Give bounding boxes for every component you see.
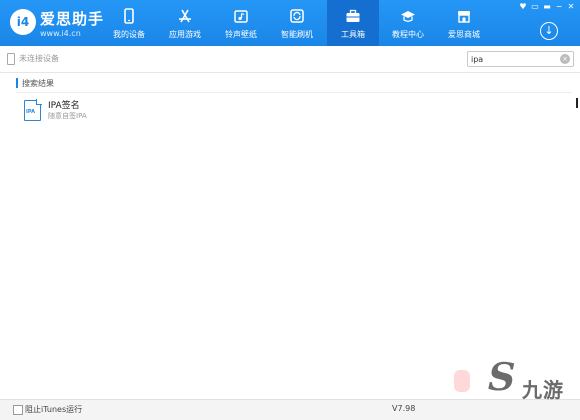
device-icon (7, 53, 15, 65)
result-item-ipa-sign[interactable]: IPA IPA签名 随意自签IPA (20, 98, 170, 126)
graduation-cap-icon (401, 11, 415, 22)
device-status: 未连接设备 (19, 54, 59, 63)
clear-search-icon[interactable]: × (560, 54, 570, 64)
app-logo: i4 爱思助手 www.i4.cn (10, 7, 110, 41)
nav-label: 铃声壁纸 (225, 30, 257, 39)
block-itunes-label[interactable]: 阻止iTunes运行 (25, 404, 82, 415)
search-box[interactable]: × (467, 51, 574, 67)
section-marker (16, 78, 18, 88)
block-itunes-checkbox[interactable] (13, 405, 23, 415)
nav-label: 我的设备 (113, 30, 145, 39)
top-nav-bar: i4 爱思助手 www.i4.cn 我的设备 应用游戏 铃声壁纸 智能刷机 工具… (0, 0, 580, 46)
nav-label: 应用游戏 (169, 30, 201, 39)
window-controls: ♥ ▭ ▬ − ✕ (518, 2, 576, 12)
nav-label: 爱思商城 (448, 30, 480, 39)
ipa-file-icon: IPA (24, 99, 42, 121)
menu-icon[interactable]: ▬ (542, 2, 552, 12)
close-icon[interactable]: ✕ (566, 2, 576, 12)
skin-icon[interactable]: ▭ (530, 2, 540, 12)
nav-item-smart-flash[interactable]: 智能刷机 (271, 0, 323, 46)
result-title: IPA签名 (48, 101, 80, 111)
watermark-text: 九游 (522, 378, 564, 402)
nav-item-apps-games[interactable]: 应用游戏 (159, 0, 211, 46)
watermark-logo-icon: S (483, 354, 521, 399)
app-store-icon (179, 9, 191, 23)
store-icon (458, 11, 470, 23)
minimize-icon[interactable]: − (554, 2, 564, 12)
app-title: 爱思助手 (40, 10, 105, 28)
phone-icon (124, 8, 134, 24)
logo-mark: i4 (10, 9, 36, 35)
section-title: 搜索结果 (22, 79, 54, 88)
nav-item-tutorials[interactable]: 教程中心 (382, 0, 434, 46)
watermark-swoosh (454, 370, 470, 392)
nav-item-my-device[interactable]: 我的设备 (103, 0, 155, 46)
music-image-icon (234, 10, 248, 23)
nav-item-store[interactable]: 爱思商城 (438, 0, 490, 46)
divider (16, 92, 572, 93)
device-toolbar: 未连接设备 × (0, 46, 580, 73)
nav-item-ringtones-wallpapers[interactable]: 铃声壁纸 (215, 0, 267, 46)
download-icon[interactable]: ↓ (540, 22, 558, 40)
nav-item-toolbox[interactable]: 工具箱 (327, 0, 379, 46)
favorite-icon[interactable]: ♥ (518, 2, 528, 12)
scroll-edge-marker (576, 98, 578, 108)
nav-label: 工具箱 (341, 30, 365, 39)
result-subtitle: 随意自签IPA (48, 112, 87, 120)
flash-refresh-icon (290, 9, 304, 23)
watermark: S 九游 (410, 352, 580, 412)
nav-label: 教程中心 (392, 30, 424, 39)
nav-label: 智能刷机 (281, 30, 313, 39)
app-url: www.i4.cn (40, 29, 81, 38)
toolbox-icon (346, 9, 360, 22)
search-input[interactable] (471, 53, 556, 65)
